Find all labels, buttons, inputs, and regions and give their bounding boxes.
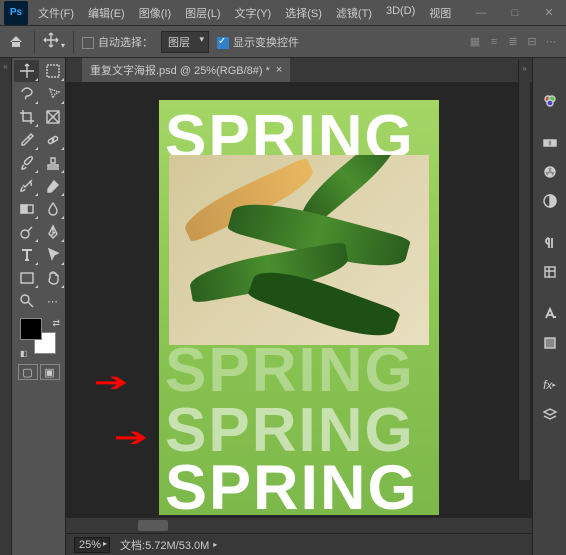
swap-colors-icon[interactable]: ⇄ [52,318,60,329]
annotation-arrow: ➔ [93,367,128,398]
document-tab[interactable]: 重复文字海报.psd @ 25%(RGB/8#) * × [82,58,290,82]
align-icon[interactable]: ≡ [485,33,503,51]
styles-panel-icon[interactable] [536,330,564,356]
move-tool-icon[interactable]: ▾ [43,32,65,51]
main-menu: 文件(F) 编辑(E) 图像(I) 图层(L) 文字(Y) 选择(S) 滤镜(T… [32,1,464,25]
align-icon[interactable]: ⋯ [542,33,560,51]
canvas-image [169,155,429,345]
menu-edit[interactable]: 编辑(E) [82,1,131,25]
path-select-tool[interactable] [40,244,65,266]
libraries-panel-icon[interactable] [536,259,564,285]
brush-tool[interactable] [14,152,39,174]
document-info[interactable]: 文档:5.72M/53.0M [120,537,217,553]
quick-mask-buttons: ▢ ▣ [14,364,63,380]
canvas-text: SPRING [165,452,419,515]
menu-filter[interactable]: 滤镜(T) [330,1,378,25]
character-panel-icon[interactable] [536,301,564,327]
quick-select-tool[interactable] [40,83,65,105]
lasso-tool[interactable] [14,83,39,105]
hand-tool[interactable] [40,267,65,289]
swatches-panel-icon[interactable] [536,130,564,156]
color-swatches[interactable]: ⇄ ◧ [20,318,60,358]
align-icons: ▦ ≡ ≣ ⊟ ⋯ [466,33,560,51]
crop-tool[interactable] [14,106,39,128]
default-colors-icon[interactable]: ◧ [20,349,28,358]
gradient-tool[interactable] [14,198,39,220]
main-area: « ⋯ ⇄ [0,58,566,555]
align-icon[interactable]: ▦ [466,33,484,51]
healing-tool[interactable] [40,129,65,151]
close-tab-icon[interactable]: × [276,64,282,76]
align-icon[interactable]: ≣ [504,33,522,51]
close-button[interactable]: ✕ [532,0,566,26]
layer-dropdown[interactable]: 图层 [161,31,209,53]
canvas-viewport[interactable]: SPRING SPRING SPRING SPRING ➔ ➔ [66,82,532,533]
history-brush-tool[interactable] [14,175,39,197]
annotation-arrow: ➔ [113,422,148,453]
document-area: 重复文字海报.psd @ 25%(RGB/8#) * × SPRING SPRI… [66,58,532,555]
pen-tool[interactable] [40,221,65,243]
menu-view[interactable]: 视图 [423,1,457,25]
canvas: SPRING SPRING SPRING SPRING [159,100,439,515]
options-bar: ▾ 自动选择： 图层 显示变换控件 ▦ ≡ ≣ ⊟ ⋯ [0,26,566,58]
blur-tool[interactable] [40,198,65,220]
layers-fx-panel-icon[interactable]: fx▸ [536,372,564,398]
horizontal-scrollbar[interactable] [66,518,532,533]
app-logo: Ps [4,1,28,25]
stamp-tool[interactable] [40,152,65,174]
show-transform-label: 显示变换控件 [233,37,299,49]
right-panel: fx▸ [532,58,566,555]
status-bar: 25% 文档:5.72M/53.0M [66,533,532,555]
scrollbar-thumb[interactable] [138,520,168,531]
menu-select[interactable]: 选择(S) [279,1,328,25]
show-transform-checkbox[interactable]: 显示变换控件 [217,34,299,50]
divider [34,31,35,53]
home-icon[interactable] [6,32,26,52]
menu-image[interactable]: 图像(I) [133,1,177,25]
eraser-tool[interactable] [40,175,65,197]
menu-3d[interactable]: 3D(D) [380,1,421,25]
auto-select-label: 自动选择： [98,37,153,49]
document-tabs: 重复文字海报.psd @ 25%(RGB/8#) * × [66,58,532,82]
menu-file[interactable]: 文件(F) [32,1,80,25]
screen-mode[interactable]: ▣ [40,364,60,380]
marquee-tool[interactable] [40,60,65,82]
collapse-handle-right[interactable]: » [518,60,530,480]
toolbox: ⋯ ⇄ ◧ ▢ ▣ [12,58,66,555]
zoom-tool[interactable] [14,290,39,312]
eyedropper-tool[interactable] [14,129,39,151]
menu-layer[interactable]: 图层(L) [179,1,226,25]
rectangle-tool[interactable] [14,267,39,289]
collapse-handle-left[interactable]: « [0,58,12,555]
adjustments-panel-icon[interactable] [536,188,564,214]
auto-select-checkbox[interactable]: 自动选择： [82,34,153,50]
divider [73,31,74,53]
zoom-level[interactable]: 25% [74,537,110,553]
minimize-button[interactable]: — [464,0,498,26]
type-tool[interactable] [14,244,39,266]
move-tool[interactable] [14,60,39,82]
window-controls: — □ ✕ [464,0,566,26]
foreground-color[interactable] [20,318,42,340]
standard-mode[interactable]: ▢ [18,364,38,380]
menu-type[interactable]: 文字(Y) [229,1,278,25]
title-bar: Ps 文件(F) 编辑(E) 图像(I) 图层(L) 文字(Y) 选择(S) 滤… [0,0,566,26]
edit-toolbar[interactable]: ⋯ [40,290,65,312]
layers-panel-icon[interactable] [536,401,564,427]
paragraph-panel-icon[interactable] [536,230,564,256]
color-panel-icon[interactable] [536,88,564,114]
align-icon[interactable]: ⊟ [523,33,541,51]
document-tab-title: 重复文字海报.psd @ 25%(RGB/8#) * [90,62,270,78]
dodge-tool[interactable] [14,221,39,243]
maximize-button[interactable]: □ [498,0,532,26]
frame-tool[interactable] [40,106,65,128]
gradients-panel-icon[interactable] [536,159,564,185]
